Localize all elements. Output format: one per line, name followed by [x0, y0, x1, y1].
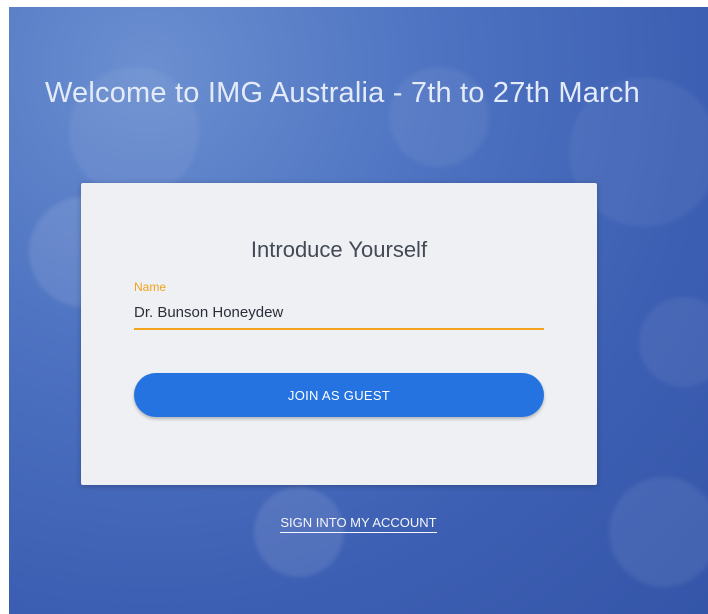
bokeh-circle [609, 477, 708, 587]
background: Welcome to IMG Australia - 7th to 27th M… [9, 7, 708, 614]
sign-in-container: SIGN INTO MY ACCOUNT [9, 514, 708, 533]
bokeh-circle [639, 297, 708, 387]
name-input[interactable] [134, 296, 544, 330]
card-title: Introduce Yourself [250, 237, 428, 262]
welcome-heading: Welcome to IMG Australia - 7th to 27th M… [45, 77, 640, 109]
join-as-guest-button[interactable]: JOIN AS GUEST [134, 373, 544, 417]
login-card: Introduce Yourself Name JOIN AS GUEST [81, 183, 597, 485]
name-label: Name [134, 280, 167, 294]
sign-in-link[interactable]: SIGN INTO MY ACCOUNT [280, 515, 437, 533]
